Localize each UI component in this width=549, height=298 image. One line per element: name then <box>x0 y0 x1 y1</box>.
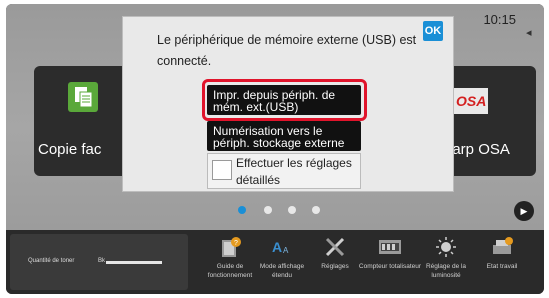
dialog-message: Le périphérique de mémoire externe (USB)… <box>157 33 417 68</box>
text-size-icon: A A <box>272 239 289 255</box>
sharp-osa-logo-text: OSA <box>456 93 486 109</box>
page-dot-2[interactable] <box>264 206 272 214</box>
ok-button[interactable]: OK <box>423 21 443 41</box>
copy-tile-label: Copie fac <box>38 141 102 158</box>
page-dot-1[interactable] <box>238 206 246 214</box>
page-dot-3[interactable] <box>288 206 296 214</box>
toner-label: Quantité de toner <box>28 258 75 264</box>
detailed-settings-label: Effectuer les réglages détaillés <box>236 156 352 187</box>
page-indicator <box>236 204 336 216</box>
copy-tile[interactable]: Copie fac <box>34 66 134 176</box>
volume-icon[interactable]: ◂ <box>526 26 540 40</box>
job-status-icon <box>493 237 513 254</box>
counter-icon <box>379 240 401 254</box>
page-dot-4[interactable] <box>312 206 320 214</box>
settings-tools-icon <box>325 237 345 257</box>
clock: 10:15 <box>483 12 516 27</box>
usb-connected-dialog: Le périphérique de mémoire externe (USB)… <box>122 16 454 192</box>
detailed-settings-row[interactable]: Effectuer les réglages détaillés <box>207 153 361 189</box>
detailed-settings-checkbox[interactable] <box>212 160 232 180</box>
svg-text:A: A <box>272 239 282 255</box>
svg-text:?: ? <box>234 240 238 247</box>
next-page-button[interactable]: ▶ <box>514 201 534 221</box>
shortcut-job-status-label: Etat travail <box>486 263 518 270</box>
shortcut-brightness-label: Réglage de la luminosité <box>425 263 467 279</box>
brightness-icon <box>436 237 456 257</box>
scan-to-usb-button[interactable]: Numérisation vers le périph. stockage ex… <box>207 121 361 151</box>
selection-highlight <box>202 79 367 121</box>
toner-status: Quantité de toner Bk <box>10 234 188 290</box>
bottom-bar: Quantité de toner Bk ? Guide de fonction… <box>6 230 544 294</box>
shortcut-brightness[interactable]: Réglage de la luminosité <box>422 234 470 292</box>
home-screen: 10:15 ◂ Copie fac OSA narp OSA ▶ Le péri… <box>6 4 544 230</box>
svg-text:A: A <box>283 246 289 255</box>
shortcut-guide[interactable]: ? Guide de fonctionnement <box>206 234 254 292</box>
guide-icon: ? <box>222 237 241 257</box>
toner-channel: Bk <box>98 258 106 264</box>
shortcut-display-mode[interactable]: A A Mode affichage étendu <box>258 234 306 292</box>
shortcut-counter[interactable]: Compteur totalisateur <box>359 234 421 292</box>
shortcut-job-status[interactable]: Etat travail <box>478 234 526 292</box>
toner-level-bar <box>106 261 162 264</box>
copy-icon <box>68 82 98 112</box>
shortcut-counter-label: Compteur totalisateur <box>358 263 422 270</box>
device-panel: 10:15 ◂ Copie fac OSA narp OSA ▶ Le péri… <box>6 4 544 294</box>
shortcut-settings[interactable]: Réglages <box>311 234 359 292</box>
